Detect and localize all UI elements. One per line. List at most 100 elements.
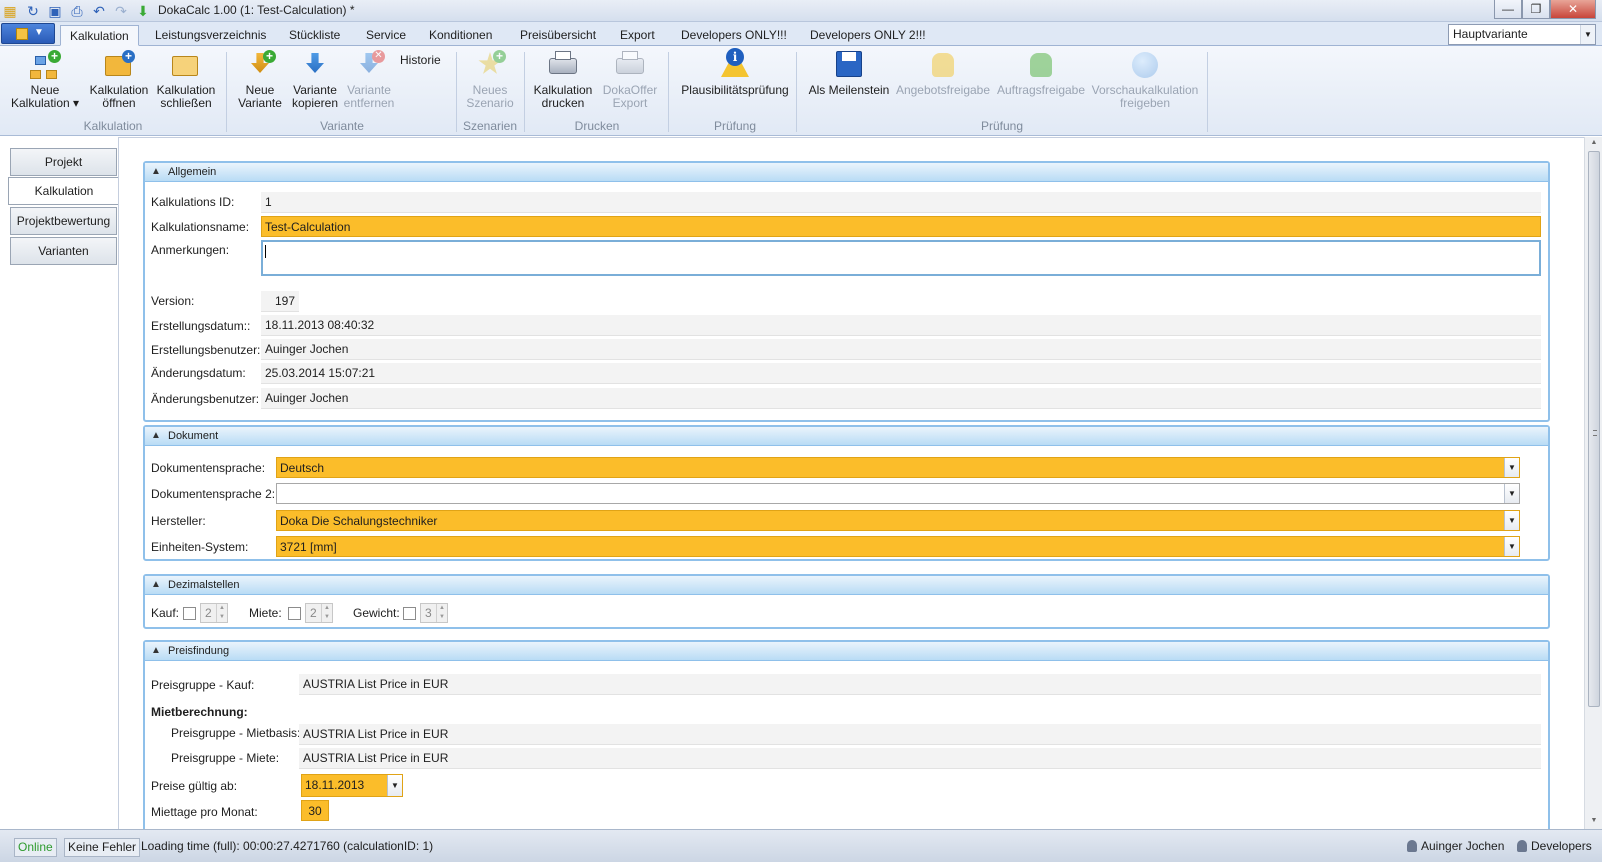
maximize-button[interactable]: ❐ (1522, 0, 1550, 19)
miete-checkbox[interactable] (288, 607, 301, 620)
status-errors[interactable]: Keine Fehler (64, 838, 141, 857)
kauf-stepper[interactable]: 2 ▲ ▼ (200, 603, 228, 623)
dokumentensprache-2-select[interactable]: ▼ (276, 483, 1520, 504)
undo-icon[interactable]: ↶ (90, 2, 108, 20)
gewicht-stepper[interactable]: 3 ▲ ▼ (420, 603, 448, 623)
erstellungsdatum-label: Erstellungsdatum:: (151, 319, 251, 333)
variante-kopieren-button[interactable]: Variante kopieren (288, 50, 342, 110)
collapse-chevron-icon: ▲ (151, 645, 161, 656)
ribbon-separator (796, 52, 797, 132)
tab-kalkulation[interactable]: Kalkulation (60, 25, 139, 46)
panel-header-preisfindung[interactable]: ▲ Preisfindung (145, 642, 1548, 661)
preise-gueltig-ab-datepicker[interactable]: 18.11.2013 ▼ (301, 774, 403, 797)
status-group: Developers (1514, 838, 1595, 857)
kalkulation-schliessen-button[interactable]: Kalkulation schließen (152, 50, 220, 110)
panel-header-dezimalstellen[interactable]: ▲ Dezimalstellen (145, 576, 1548, 595)
panel-preisfindung: ▲ Preisfindung Preisgruppe - Kauf: AUSTR… (143, 640, 1550, 829)
angebotsfreigabe-button[interactable]: Angebotsfreigabe (894, 50, 992, 97)
dokaoffer-export-label: DokaOffer Export (602, 83, 658, 110)
preisgruppe-miete-value: AUSTRIA List Price in EUR (299, 748, 1541, 769)
export-printer-icon (614, 50, 646, 80)
new-calculation-icon: + (29, 50, 61, 80)
panel-title-allgemein: Allgemein (168, 166, 217, 178)
gewicht-checkbox[interactable] (403, 607, 416, 620)
chevron-down-icon[interactable]: ▼ (387, 775, 402, 796)
variant-select-value: Hauptvariante (1453, 27, 1528, 41)
anmerkungen-input[interactable] (261, 240, 1541, 276)
content-area: ▲ Allgemein Kalkulations ID: 1 Kalkulati… (118, 137, 1584, 829)
plausibilitaetspruefung-button[interactable]: i Plausibilitätsprüfung (674, 48, 796, 97)
tab-export[interactable]: Export (611, 25, 664, 46)
redo-icon[interactable]: ↷ (112, 2, 130, 20)
nav-tab-kalkulation[interactable]: Kalkulation (8, 177, 119, 205)
scrollbar-thumb[interactable] (1588, 151, 1600, 707)
chevron-down-icon[interactable]: ▼ (1504, 537, 1519, 556)
chevron-down-icon[interactable]: ▼ (1504, 458, 1519, 477)
tab-preisuebersicht[interactable]: Preisübersicht (511, 25, 605, 46)
open-folder-icon: + (103, 50, 135, 80)
stepper-arrows-icon[interactable]: ▲ ▼ (216, 604, 227, 622)
ribbon-separator (524, 52, 525, 132)
kauf-stepper-value: 2 (205, 606, 212, 620)
refresh-icon[interactable]: ↻ (24, 2, 42, 20)
collapse-chevron-icon: ▲ (151, 579, 161, 590)
vertical-scrollbar[interactable]: ▲ ▼ (1584, 137, 1602, 829)
miettage-pro-monat-input[interactable]: 30 (301, 800, 329, 821)
neue-kalkulation-button[interactable]: + Neue Kalkulation ▾ (6, 50, 84, 110)
preise-gueltig-ab-label: Preise gültig ab: (151, 779, 238, 793)
minimize-button[interactable]: — (1494, 0, 1522, 19)
panel-title-preisfindung: Preisfindung (168, 645, 230, 657)
variant-select[interactable]: Hauptvariante ▼ (1448, 24, 1596, 45)
print-icon[interactable]: ⎙ (68, 2, 86, 20)
vorschaukalkulation-freigeben-button[interactable]: Vorschaukalkulation freigeben (1090, 50, 1200, 110)
title-bar: ▦ ↻ ▣ ⎙ ↶ ↷ ⬇ DokaCalc 1.00 (1: Test-Cal… (0, 0, 1602, 22)
stepper-arrows-icon[interactable]: ▲ ▼ (436, 604, 447, 622)
als-meilenstein-button[interactable]: Als Meilenstein (802, 50, 896, 97)
chevron-down-icon[interactable]: ▼ (1504, 484, 1519, 503)
kalkulation-oeffnen-button[interactable]: + Kalkulation öffnen (86, 50, 152, 110)
tab-stueckliste[interactable]: Stückliste (280, 25, 349, 46)
neues-szenario-button[interactable]: + Neues Szenario (462, 50, 518, 110)
window-title: DokaCalc 1.00 (1: Test-Calculation) * (158, 3, 355, 17)
save-icon[interactable]: ▣ (46, 2, 64, 20)
kalkulationsname-input[interactable]: Test-Calculation (261, 216, 1541, 237)
miettage-pro-monat-label: Miettage pro Monat: (151, 805, 258, 819)
scroll-up-icon[interactable]: ▲ (1590, 139, 1598, 146)
panel-header-dokument[interactable]: ▲ Dokument (145, 427, 1548, 446)
variante-entfernen-button[interactable]: ✕ Variante entfernen (342, 50, 396, 110)
status-online: Online (14, 838, 57, 857)
chevron-down-icon[interactable]: ▼ (1504, 511, 1519, 530)
einheiten-system-select[interactable]: 3721 [mm] ▼ (276, 536, 1520, 557)
anmerkungen-label: Anmerkungen: (151, 243, 230, 257)
historie-button[interactable]: Historie (400, 54, 450, 67)
dokaoffer-export-button[interactable]: DokaOffer Export (598, 50, 662, 110)
nav-tab-varianten[interactable]: Varianten (10, 237, 117, 265)
kalkulation-oeffnen-label: Kalkulation öffnen (89, 83, 149, 110)
preisgruppe-mietbasis-value: AUSTRIA List Price in EUR (299, 724, 1541, 745)
status-loading-time: Loading time (full): 00:00:27.4271760 (c… (141, 839, 434, 853)
preisgruppe-mietbasis-label: Preisgruppe - Mietbasis: (171, 726, 301, 740)
kalkulation-drucken-button[interactable]: Kalkulation drucken (530, 50, 596, 110)
stepper-arrows-icon[interactable]: ▲ ▼ (321, 604, 332, 622)
tab-konditionen[interactable]: Konditionen (420, 25, 501, 46)
globe-icon (1129, 50, 1161, 80)
miete-stepper[interactable]: 2 ▲ ▼ (305, 603, 333, 623)
neue-variante-button[interactable]: + Neue Variante (232, 50, 288, 110)
panel-header-allgemein[interactable]: ▲ Allgemein (145, 163, 1548, 182)
tab-developers-only-2[interactable]: Developers ONLY 2!!! (801, 25, 935, 46)
nav-tab-projekt[interactable]: Projekt (10, 148, 117, 176)
tab-developers-only[interactable]: Developers ONLY!!! (672, 25, 796, 46)
tab-service[interactable]: Service (357, 25, 415, 46)
dokumentensprache-select[interactable]: Deutsch ▼ (276, 457, 1520, 478)
tab-leistungsverzeichnis[interactable]: Leistungsverzeichnis (146, 25, 275, 46)
close-folder-icon (170, 50, 202, 80)
application-menu-button[interactable]: ▼ (1, 23, 55, 44)
nav-tab-projektbewertung[interactable]: Projektbewertung (10, 207, 117, 235)
customize-icon[interactable]: ⬇ (134, 2, 152, 20)
auftragsfreigabe-button[interactable]: Auftragsfreigabe (994, 50, 1088, 97)
kauf-checkbox[interactable] (183, 607, 196, 620)
new-scenario-icon: + (474, 50, 506, 80)
hersteller-select[interactable]: Doka Die Schalungstechniker ▼ (276, 510, 1520, 531)
scroll-down-icon[interactable]: ▼ (1590, 817, 1598, 824)
close-button[interactable]: ✕ (1550, 0, 1596, 19)
